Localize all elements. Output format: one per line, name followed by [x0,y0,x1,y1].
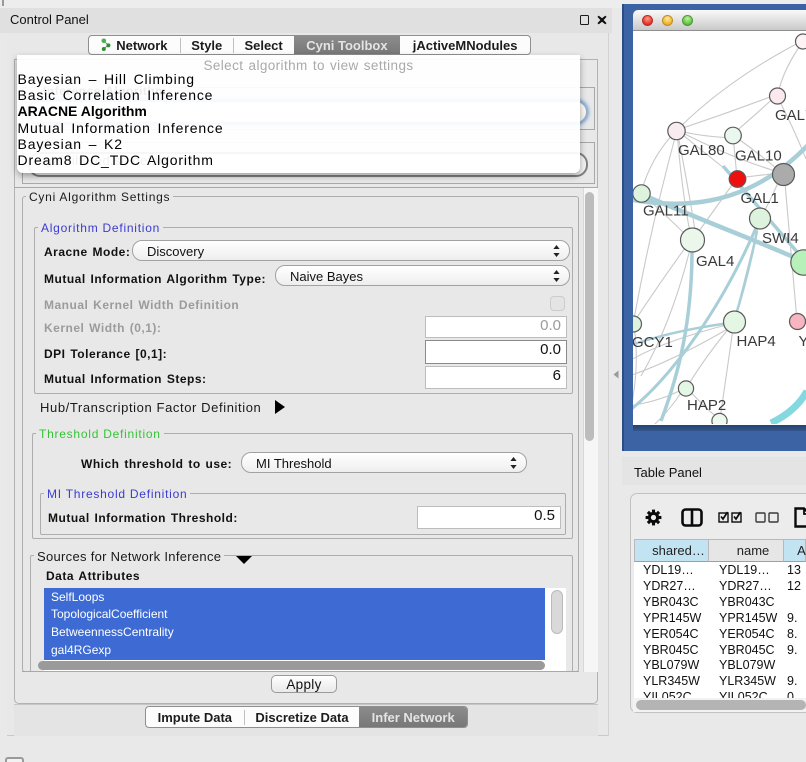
svg-text:GAL11: GAL11 [643,203,689,220]
svg-text:GCY1: GCY1 [633,334,673,351]
svg-text:SWI4: SWI4 [762,230,799,247]
svg-text:GAL10: GAL10 [735,148,782,165]
svg-text:HAP4: HAP4 [737,333,776,350]
svg-text:GAL80: GAL80 [678,142,725,159]
svg-text:Y: Y [799,333,806,350]
svg-text:GAL7: GAL7 [775,107,806,124]
svg-text:GAL1: GAL1 [741,190,779,207]
svg-text:GAL4: GAL4 [696,253,734,270]
svg-text:HAP2: HAP2 [687,397,726,414]
